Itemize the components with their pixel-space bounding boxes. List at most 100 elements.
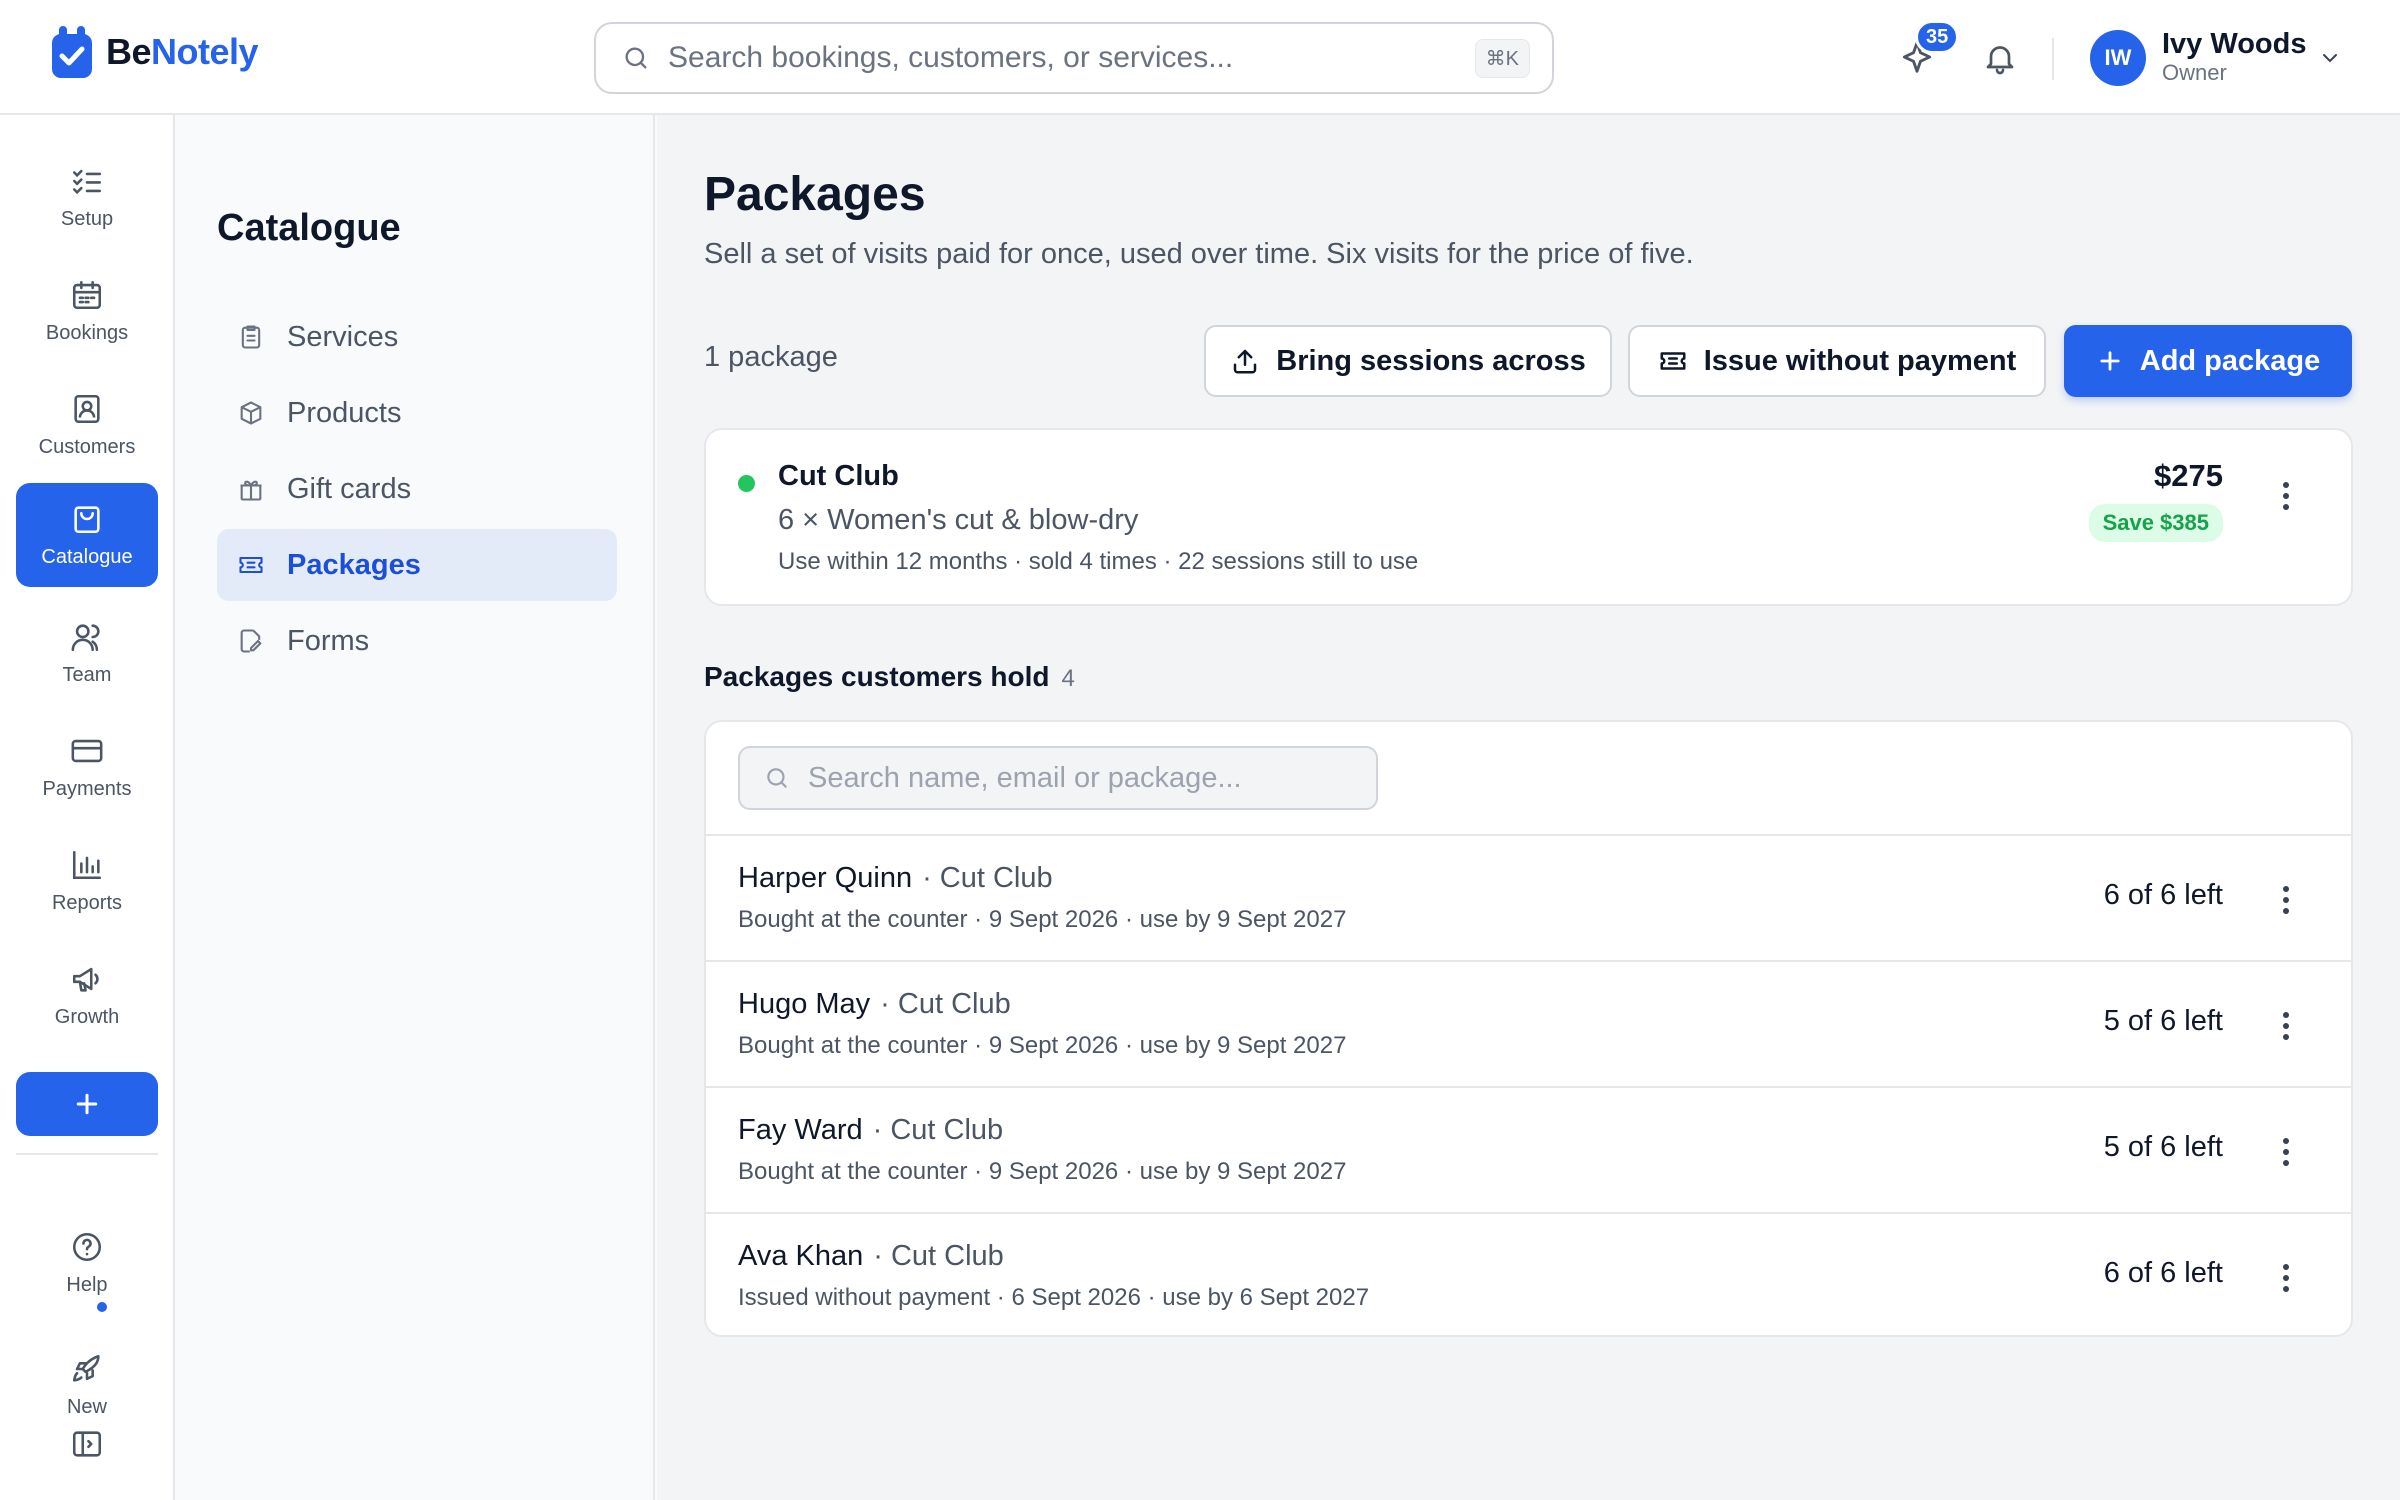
main-content: Packages Sell a set of visits paid for o… (657, 115, 2400, 1500)
holders-search-input[interactable]: Search name, email or package... (738, 746, 1378, 810)
package-card[interactable]: Cut Club 6 × Women's cut & blow-dry Use … (704, 428, 2353, 606)
checklist-icon (72, 169, 102, 194)
nav-customers[interactable]: Customers (16, 373, 158, 477)
holder-detail: Bought at the counter · 9 Sept 2026 · us… (738, 906, 1347, 933)
holder-row[interactable]: Ava Khan · Cut Club Issued without paymen… (706, 1212, 2351, 1335)
quick-create-button[interactable] (16, 1072, 158, 1136)
new-indicator-dot (95, 1300, 109, 1314)
megaphone-icon (72, 967, 99, 992)
credit-card-icon (71, 739, 103, 762)
nav-new[interactable]: New (16, 1333, 158, 1437)
shopping-bag-icon (74, 505, 100, 533)
rail-divider (16, 1153, 158, 1155)
sessions-remaining: 6 of 6 left (2103, 879, 2223, 911)
holder-more-button[interactable] (2283, 1264, 2289, 1292)
search-placeholder: Search bookings, customers, or services.… (668, 41, 1234, 74)
holder-detail: Bought at the counter · 9 Sept 2026 · us… (738, 1032, 1347, 1059)
issue-without-payment-button[interactable]: Issue without payment (1628, 325, 2046, 397)
chevron-down-icon (2323, 54, 2337, 63)
package-meta: Use within 12 months · sold 4 times · 22… (778, 548, 1419, 575)
nav-label: Reports (51, 891, 123, 914)
nav-help[interactable]: Help (16, 1211, 158, 1315)
plus-icon (76, 1093, 98, 1115)
app-logo[interactable]: BeNotely (48, 22, 259, 82)
collapse-sidebar-button[interactable] (70, 1427, 104, 1461)
holder-detail: Issued without payment · 6 Sept 2026 · u… (738, 1284, 1370, 1311)
notifications-button[interactable] (1982, 40, 2018, 76)
catalogue-item-label: Packages (287, 548, 421, 581)
catalogue-item-services[interactable]: Services (217, 301, 617, 373)
nav-catalogue[interactable]: Catalogue (16, 483, 158, 587)
global-search-input[interactable]: Search bookings, customers, or services.… (594, 22, 1554, 94)
holders-section-title: Packages customers hold 4 (704, 661, 1075, 693)
sessions-remaining: 5 of 6 left (2103, 1131, 2223, 1163)
page-subtitle: Sell a set of visits paid for once, used… (704, 238, 1694, 270)
nav-setup[interactable]: Setup (16, 145, 158, 249)
search-shortcut: ⌘K (1474, 38, 1530, 78)
holder-more-button[interactable] (2283, 1012, 2289, 1040)
holder-row[interactable]: Fay Ward · Cut Club Bought at the counter… (706, 1086, 2351, 1212)
catalogue-item-label: Services (287, 320, 399, 353)
catalogue-item-label: Gift cards (287, 472, 412, 505)
search-icon (625, 47, 647, 69)
catalogue-item-label: Products (287, 396, 402, 429)
catalogue-item-gift-cards[interactable]: Gift cards (217, 453, 617, 525)
user-avatar[interactable]: IW (2090, 30, 2146, 86)
catalogue-item-products[interactable]: Products (217, 377, 617, 449)
holder-name: Harper Quinn (738, 862, 913, 894)
button-label: Issue without payment (1703, 344, 2017, 377)
rocket-icon (72, 1354, 100, 1382)
holder-package: · Cut Club (873, 1240, 1004, 1272)
ticket-icon (239, 556, 263, 574)
package-count: 1 package (704, 341, 838, 373)
package-more-button[interactable] (2283, 482, 2289, 510)
user-menu-toggle[interactable] (2318, 46, 2342, 70)
holder-package: · Cut Club (880, 988, 1011, 1020)
bring-sessions-across-button[interactable]: Bring sessions across (1204, 325, 1612, 397)
nav-label: Bookings (45, 321, 129, 344)
notification-count-badge: 35 (1915, 20, 1960, 54)
upload-icon (1234, 349, 1257, 374)
holder-more-button[interactable] (2283, 886, 2289, 914)
help-circle-icon (72, 1232, 102, 1261)
package-savings-badge: Save $385 (2088, 504, 2223, 542)
nav-label: Help (66, 1273, 108, 1296)
catalogue-item-forms[interactable]: Forms (217, 605, 617, 677)
search-icon (767, 768, 787, 788)
user-role: Owner (2162, 60, 2227, 85)
add-package-button[interactable]: Add package (2064, 325, 2352, 397)
plus-icon (2100, 351, 2120, 371)
package-description: 6 × Women's cut & blow-dry (778, 504, 1139, 536)
nav-label: Customers (38, 435, 136, 458)
holder-row[interactable]: Harper Quinn · Cut Club Bought at the cou… (706, 834, 2351, 960)
holder-package: · Cut Club (872, 1114, 1004, 1146)
nav-label: New (66, 1395, 107, 1418)
sessions-remaining: 6 of 6 left (2103, 1257, 2223, 1289)
holder-more-button[interactable] (2283, 1138, 2289, 1166)
holder-row[interactable]: Hugo May · Cut Club Bought at the counter… (706, 960, 2351, 1086)
nav-team[interactable]: Team (16, 601, 158, 705)
nav-reports[interactable]: Reports (16, 829, 158, 933)
nav-label: Payments (42, 777, 132, 800)
catalogue-panel: Catalogue Services Products Gift cards P… (175, 115, 655, 1500)
bar-chart-icon (72, 850, 102, 879)
sidebar-toggle-icon (72, 1431, 102, 1457)
user-name[interactable]: Ivy Woods (2162, 28, 2307, 61)
holder-name: Ava Khan (738, 1240, 864, 1272)
logo-text: BeNotely (106, 31, 259, 72)
nav-label: Growth (54, 1005, 120, 1028)
catalogue-item-packages[interactable]: Packages (217, 529, 617, 601)
nav-growth[interactable]: Growth (16, 943, 158, 1047)
ticket-icon (1660, 352, 1686, 370)
holder-name: Hugo May (738, 988, 871, 1020)
nav-bookings[interactable]: Bookings (16, 259, 158, 363)
main-nav-rail: Setup Bookings Customers Catalogue Team … (0, 115, 175, 1500)
gift-icon (240, 480, 262, 501)
bell-icon (1986, 46, 2014, 75)
nav-label: Setup (60, 207, 114, 230)
holder-package: · Cut Club (922, 862, 1053, 894)
nav-payments[interactable]: Payments (16, 715, 158, 819)
active-status-dot (738, 475, 755, 492)
package-price: $275 (2154, 458, 2223, 493)
button-label: Bring sessions across (1276, 344, 1586, 377)
